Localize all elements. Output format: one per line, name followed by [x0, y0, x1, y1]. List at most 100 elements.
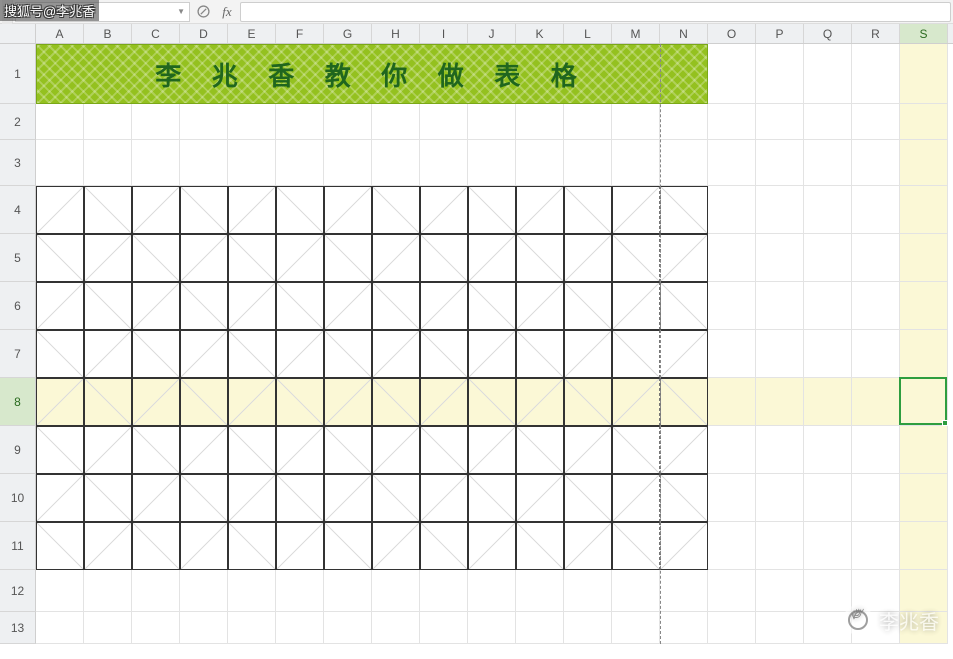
cell-F13[interactable] [276, 612, 324, 644]
cell-O9[interactable] [708, 426, 756, 474]
cell-M3[interactable] [612, 140, 660, 186]
cell-O8[interactable] [708, 378, 756, 426]
cell-N5[interactable] [660, 234, 708, 282]
cell-I11[interactable] [420, 522, 468, 570]
cell-H8[interactable] [372, 378, 420, 426]
cell-B8[interactable] [84, 378, 132, 426]
cell-B9[interactable] [84, 426, 132, 474]
cell-L12[interactable] [564, 570, 612, 612]
cell-E3[interactable] [228, 140, 276, 186]
row-header-11[interactable]: 11 [0, 522, 36, 570]
cell-J9[interactable] [468, 426, 516, 474]
cell-P6[interactable] [756, 282, 804, 330]
cell-Q9[interactable] [804, 426, 852, 474]
cell-P13[interactable] [756, 612, 804, 644]
cell-H6[interactable] [372, 282, 420, 330]
cell-I12[interactable] [420, 570, 468, 612]
cell-H9[interactable] [372, 426, 420, 474]
cell-B6[interactable] [84, 282, 132, 330]
cell-D4[interactable] [180, 186, 228, 234]
cell-H4[interactable] [372, 186, 420, 234]
cell-F3[interactable] [276, 140, 324, 186]
cell-S4[interactable] [900, 186, 948, 234]
cell-F4[interactable] [276, 186, 324, 234]
cell-S9[interactable] [900, 426, 948, 474]
cell-M4[interactable] [612, 186, 660, 234]
cell-M9[interactable] [612, 426, 660, 474]
cell-G7[interactable] [324, 330, 372, 378]
cell-O11[interactable] [708, 522, 756, 570]
cell-A4[interactable] [36, 186, 84, 234]
row-header-3[interactable]: 3 [0, 140, 36, 186]
cell-C2[interactable] [132, 104, 180, 140]
cell-F12[interactable] [276, 570, 324, 612]
cell-J4[interactable] [468, 186, 516, 234]
cell-J6[interactable] [468, 282, 516, 330]
cell-D13[interactable] [180, 612, 228, 644]
cell-A12[interactable] [36, 570, 84, 612]
cell-K12[interactable] [516, 570, 564, 612]
cell-D7[interactable] [180, 330, 228, 378]
cell-Q6[interactable] [804, 282, 852, 330]
cell-L6[interactable] [564, 282, 612, 330]
title-cell[interactable]: 李 兆 香 教 你 做 表 格 [36, 44, 708, 104]
cell-K5[interactable] [516, 234, 564, 282]
cell-J3[interactable] [468, 140, 516, 186]
cell-M12[interactable] [612, 570, 660, 612]
cell-E9[interactable] [228, 426, 276, 474]
cell-L5[interactable] [564, 234, 612, 282]
cell-E6[interactable] [228, 282, 276, 330]
cell-J13[interactable] [468, 612, 516, 644]
cell-E11[interactable] [228, 522, 276, 570]
cell-N13[interactable] [660, 612, 708, 644]
cell-Q11[interactable] [804, 522, 852, 570]
cell-F11[interactable] [276, 522, 324, 570]
cell-O10[interactable] [708, 474, 756, 522]
cell-Q4[interactable] [804, 186, 852, 234]
cell-J5[interactable] [468, 234, 516, 282]
cell-R11[interactable] [852, 522, 900, 570]
cell-I10[interactable] [420, 474, 468, 522]
cell-G9[interactable] [324, 426, 372, 474]
cell-Q7[interactable] [804, 330, 852, 378]
cell-Q5[interactable] [804, 234, 852, 282]
cell-C5[interactable] [132, 234, 180, 282]
cell-D5[interactable] [180, 234, 228, 282]
cell-J8[interactable] [468, 378, 516, 426]
cell-C11[interactable] [132, 522, 180, 570]
cell-S10[interactable] [900, 474, 948, 522]
cell-H7[interactable] [372, 330, 420, 378]
row-header-6[interactable]: 6 [0, 282, 36, 330]
cell-I7[interactable] [420, 330, 468, 378]
cell-P12[interactable] [756, 570, 804, 612]
cell-B11[interactable] [84, 522, 132, 570]
cell-C8[interactable] [132, 378, 180, 426]
cell-K3[interactable] [516, 140, 564, 186]
cell-N11[interactable] [660, 522, 708, 570]
cell-P4[interactable] [756, 186, 804, 234]
cell-N12[interactable] [660, 570, 708, 612]
row-header-4[interactable]: 4 [0, 186, 36, 234]
cell-I4[interactable] [420, 186, 468, 234]
cell-B10[interactable] [84, 474, 132, 522]
cell-M6[interactable] [612, 282, 660, 330]
row-header-9[interactable]: 9 [0, 426, 36, 474]
cell-K4[interactable] [516, 186, 564, 234]
cell-O5[interactable] [708, 234, 756, 282]
cell-D2[interactable] [180, 104, 228, 140]
cell-N9[interactable] [660, 426, 708, 474]
cell-C13[interactable] [132, 612, 180, 644]
cell-C9[interactable] [132, 426, 180, 474]
cell-S8[interactable] [900, 378, 948, 426]
cell-G13[interactable] [324, 612, 372, 644]
cell-R2[interactable] [852, 104, 900, 140]
cell-I13[interactable] [420, 612, 468, 644]
cell-B5[interactable] [84, 234, 132, 282]
cell-A6[interactable] [36, 282, 84, 330]
cell-I6[interactable] [420, 282, 468, 330]
cell-G12[interactable] [324, 570, 372, 612]
cell-N8[interactable] [660, 378, 708, 426]
cell-S1[interactable] [900, 44, 948, 104]
cell-M7[interactable] [612, 330, 660, 378]
cell-C4[interactable] [132, 186, 180, 234]
